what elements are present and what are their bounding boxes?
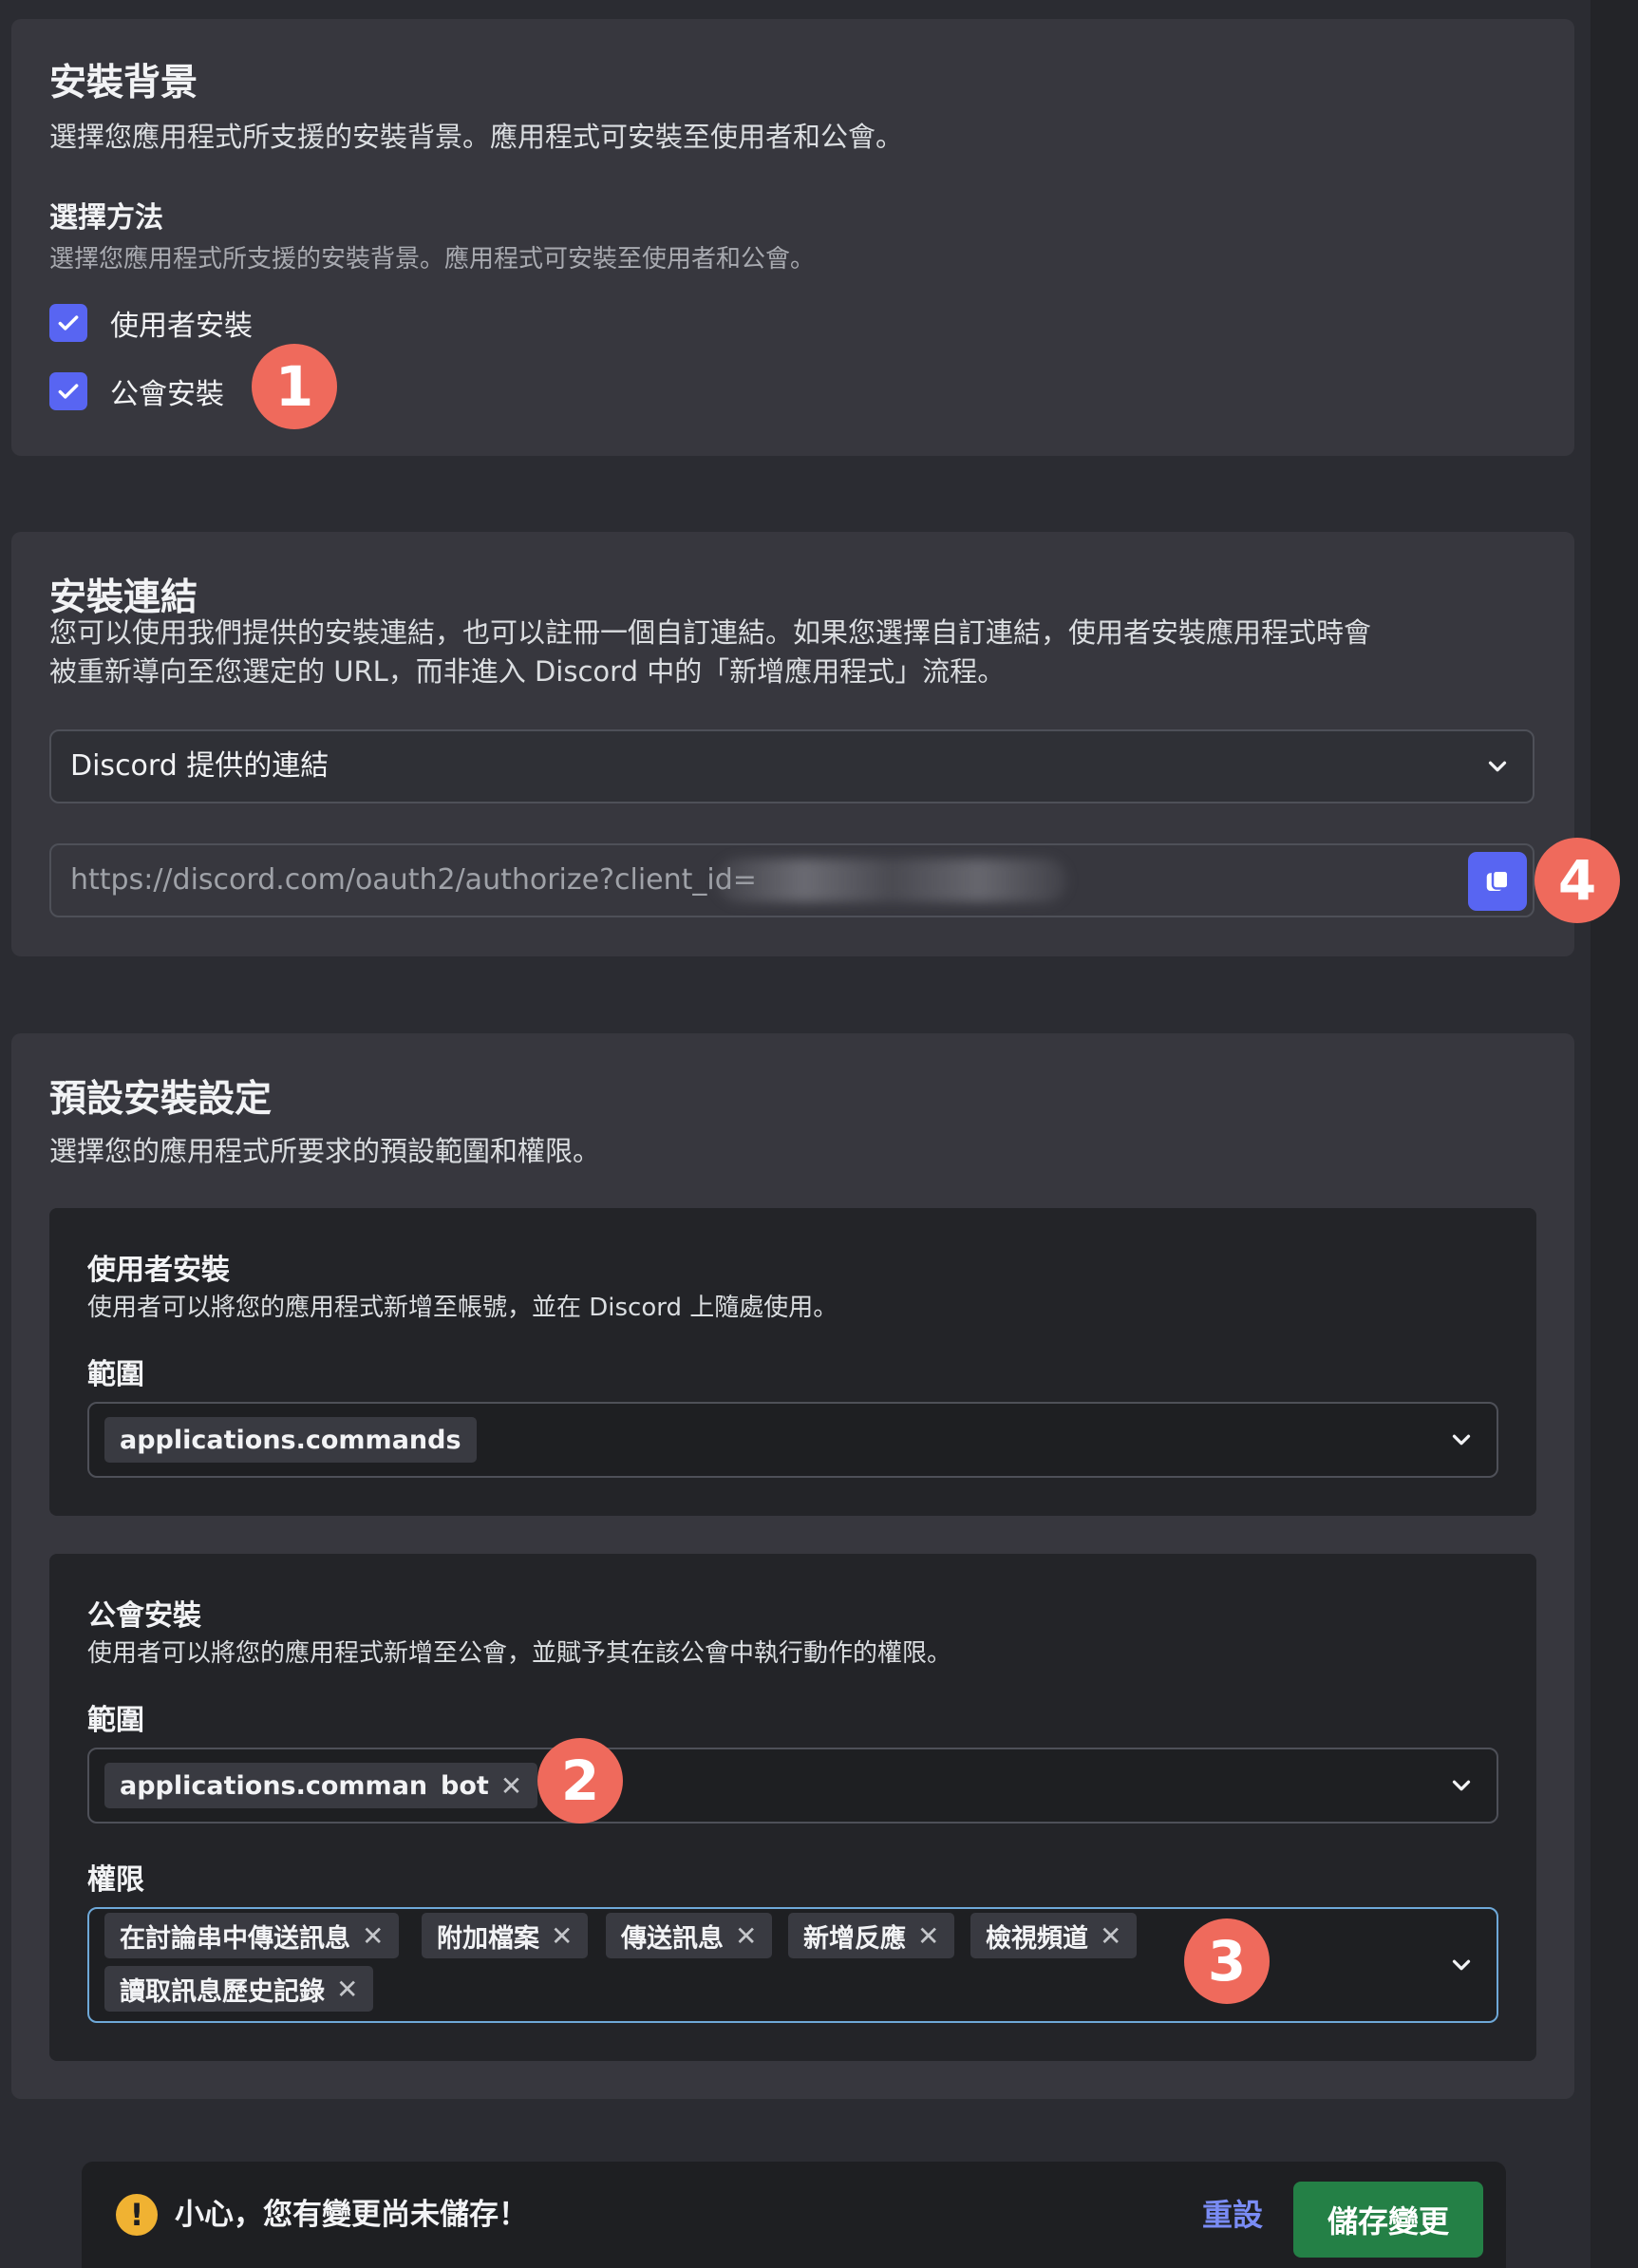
annotation-badge-4: 4 [1534,838,1620,923]
install-url-value: https://discord.com/oauth2/authorize?cli… [70,863,757,897]
permission-tag: 新增反應 ✕ [788,1913,955,1958]
install-contexts-card: 安裝背景 選擇您應用程式所支援的安裝背景。應用程式可安裝至使用者和公會。 選擇方… [11,19,1574,456]
permission-tag: 檢視頻道 ✕ [970,1913,1138,1958]
chevron-down-icon [1452,1780,1471,1791]
remove-tag-icon[interactable]: ✕ [551,1920,573,1952]
copy-url-button[interactable] [1468,852,1527,911]
permission-tag: 傳送訊息 ✕ [606,1913,773,1958]
guild-install-panel: 公會安裝 使用者可以將您的應用程式新增至公會，並賦予其在該公會中執行動作的權限。… [49,1554,1536,2061]
warning-icon: ! [116,2194,158,2236]
permission-tag: 附加檔案 ✕ [422,1913,589,1958]
install-link-description-line1: 您可以使用我們提供的安裝連結，也可以註冊一個自訂連結。如果您選擇自訂連結，使用者… [49,616,1372,649]
guild-scopes-label: 範圍 [87,1704,144,1737]
method-title: 選擇方法 [49,201,163,235]
install-link-card: 安裝連結 您可以使用我們提供的安裝連結，也可以註冊一個自訂連結。如果您選擇自訂連… [11,532,1574,956]
unsaved-warning-text: 小心，您有變更尚未儲存！ [175,2198,528,2232]
guild-install-description: 使用者可以將您的應用程式新增至公會，並賦予其在該公會中執行動作的權限。 [87,1639,952,1668]
checkmark-icon [58,384,79,399]
annotation-badge-1: 1 [252,344,337,429]
remove-tag-icon[interactable]: ✕ [1100,1920,1121,1952]
chevron-down-icon [1452,1434,1471,1446]
scope-tag-bot: bot ✕ [425,1763,538,1808]
user-install-title: 使用者安裝 [87,1254,230,1287]
permissions-select[interactable]: 在討論串中傳送訊息 ✕ 附加檔案 ✕ 傳送訊息 ✕ 新增反應 ✕ 檢視頻道 ✕ 讀取訊息歷… [87,1907,1498,2023]
checkmark-icon [58,315,79,331]
user-scopes-label: 範圍 [87,1358,144,1391]
user-scopes-select[interactable]: applications.commands [87,1402,1498,1478]
install-link-description-line2: 被重新導向至您選定的 URL，而非進入 Discord 中的「新增應用程式」流程… [49,655,1006,688]
user-install-description: 使用者可以將您的應用程式新增至帳號，並在 Discord 上隨處使用。 [87,1294,838,1322]
user-install-checkbox[interactable] [49,304,87,342]
unsaved-changes-bar: ! 小心，您有變更尚未儲存！ 重設 儲存變更 [82,2162,1506,2268]
annotation-badge-2: 2 [537,1738,623,1824]
install-url-field[interactable]: https://discord.com/oauth2/authorize?cli… [49,843,1534,917]
remove-tag-icon[interactable]: ✕ [336,1974,358,2005]
guild-install-checkbox[interactable] [49,372,87,410]
guild-install-checkbox-row[interactable]: 公會安裝 [49,372,224,411]
chevron-down-icon [1488,761,1507,772]
link-type-select[interactable]: Discord 提供的連結 [49,729,1534,803]
method-description: 選擇您應用程式所支援的安裝背景。應用程式可安裝至使用者和公會。 [49,245,816,274]
reset-button[interactable]: 重設 [1202,2162,1263,2268]
permissions-label: 權限 [87,1863,144,1897]
guild-scopes-select[interactable]: applications.commands bot ✕ [87,1748,1498,1824]
user-install-panel: 使用者安裝 使用者可以將您的應用程式新增至帳號，並在 Discord 上隨處使用… [49,1208,1536,1516]
annotation-badge-3: 3 [1184,1918,1270,2004]
user-install-checkbox-row[interactable]: 使用者安裝 [49,304,253,343]
scope-tag-applications-commands: applications.commands [104,1417,477,1463]
save-changes-button[interactable]: 儲存變更 [1293,2182,1483,2258]
copy-icon [1486,869,1510,891]
default-install-card: 預設安裝設定 選擇您的應用程式所要求的預設範圍和權限。 使用者安裝 使用者可以將… [11,1033,1574,2099]
redacted-client-id [716,859,1067,902]
default-install-title: 預設安裝設定 [49,1078,273,1121]
default-install-description: 選擇您的應用程式所要求的預設範圍和權限。 [49,1135,601,1167]
permission-tag: 在討論串中傳送訊息 ✕ [104,1913,400,1958]
link-type-value: Discord 提供的連結 [70,749,329,783]
right-scroll-gutter [1591,0,1638,2268]
chevron-down-icon [1452,1959,1471,1971]
install-contexts-description: 選擇您應用程式所支援的安裝背景。應用程式可安裝至使用者和公會。 [49,121,904,153]
user-install-label: 使用者安裝 [110,310,253,343]
permission-tag: 讀取訊息歷史記錄 ✕ [104,1966,374,2012]
remove-tag-icon[interactable]: ✕ [500,1770,522,1802]
remove-tag-icon[interactable]: ✕ [735,1920,757,1952]
guild-install-title: 公會安裝 [87,1599,201,1633]
remove-tag-icon[interactable]: ✕ [917,1920,939,1952]
guild-install-label: 公會安裝 [110,378,224,411]
scope-tag-applications-commands: applications.commands [104,1763,477,1808]
install-contexts-title: 安裝背景 [49,62,198,104]
remove-tag-icon[interactable]: ✕ [362,1920,384,1952]
